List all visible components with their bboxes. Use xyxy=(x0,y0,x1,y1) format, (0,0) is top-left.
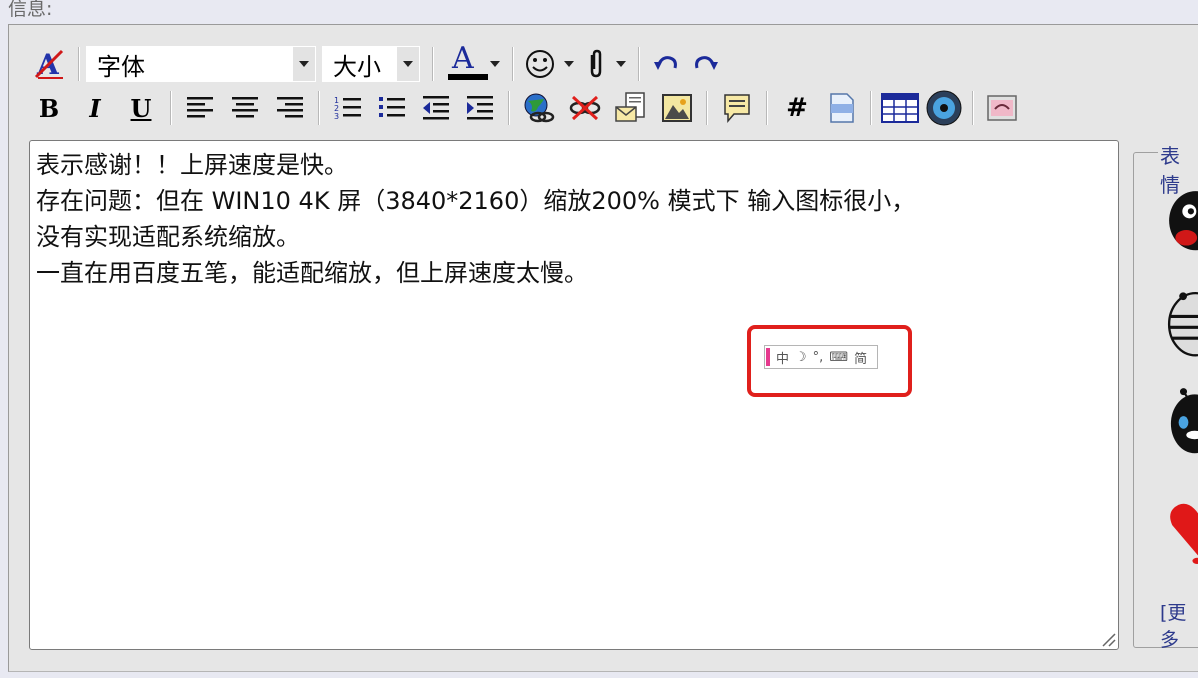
align-center-button[interactable] xyxy=(222,90,268,126)
insert-code-button[interactable]: # xyxy=(774,90,820,126)
chevron-down-icon xyxy=(616,61,626,67)
toolbar-row-2: B I U 123 # xyxy=(26,88,1024,128)
mail-document-icon xyxy=(615,92,645,122)
unordered-list-button[interactable] xyxy=(370,90,414,126)
separator xyxy=(318,91,320,125)
resize-handle-icon[interactable] xyxy=(1100,631,1116,647)
align-left-button[interactable] xyxy=(178,90,222,126)
undo-button[interactable] xyxy=(646,46,686,82)
flash-icon xyxy=(987,95,1017,121)
insert-link-button[interactable] xyxy=(516,90,562,126)
font-size-select[interactable]: 大小 xyxy=(322,46,420,82)
smiley-icon xyxy=(526,50,554,78)
italic-button[interactable]: I xyxy=(72,90,118,126)
insert-table-button[interactable] xyxy=(878,90,922,126)
image-icon xyxy=(662,94,692,122)
toolbar-row-1: A 字体 大小 A xyxy=(26,41,726,84)
outdent-button[interactable] xyxy=(414,90,458,126)
message-editor[interactable]: 表示感谢！！上屏速度是快。 存在问题：但在 WIN10 4K 屏（3840*21… xyxy=(29,140,1119,650)
remove-format-icon: A xyxy=(34,48,64,81)
table-icon xyxy=(881,93,919,123)
more-emoticons-link[interactable]: [更多 xyxy=(1160,598,1198,652)
font-color-letter: A xyxy=(452,41,474,76)
font-size-value: 大小 xyxy=(333,52,381,81)
outdent-icon xyxy=(423,96,449,120)
ordered-list-button[interactable]: 123 xyxy=(326,90,370,126)
insert-flash-button[interactable] xyxy=(980,90,1024,126)
font-family-select[interactable]: 字体 xyxy=(86,46,316,82)
separator xyxy=(432,47,434,81)
svg-text:3: 3 xyxy=(334,112,339,121)
font-color-button[interactable]: A xyxy=(440,41,506,82)
attachment-button[interactable] xyxy=(578,46,632,82)
insert-email-button[interactable] xyxy=(608,90,654,126)
chevron-down-icon xyxy=(490,61,500,67)
unlink-icon xyxy=(569,95,601,121)
insert-image-button[interactable] xyxy=(654,90,700,126)
editor-line: 表示感谢！！上屏速度是快。 xyxy=(36,151,348,179)
emoticon-heart-icon[interactable] xyxy=(1162,494,1198,564)
remove-format-button[interactable]: A xyxy=(26,46,72,82)
keyboard-icon[interactable]: ⌨ xyxy=(829,350,848,365)
ordered-list-icon: 123 xyxy=(334,96,361,121)
align-right-icon xyxy=(277,97,303,118)
align-right-button[interactable] xyxy=(268,90,312,126)
indent-button[interactable] xyxy=(458,90,502,126)
insert-media-button[interactable] xyxy=(922,90,966,126)
ime-language-toggle[interactable]: 中 xyxy=(776,348,789,367)
bullet-list-icon xyxy=(379,97,405,117)
insert-php-button[interactable] xyxy=(820,90,864,126)
separator xyxy=(706,91,708,125)
moon-icon[interactable]: ☽ xyxy=(795,350,807,365)
editor-content: 表示感谢！！上屏速度是快。 存在问题：但在 WIN10 4K 屏（3840*21… xyxy=(36,147,1112,291)
redo-button[interactable] xyxy=(686,46,726,82)
separator xyxy=(972,91,974,125)
ime-charset-toggle[interactable]: 简 xyxy=(854,348,867,367)
ime-status-toolbar[interactable]: 中 ☽ °, ⌨ 简 xyxy=(764,345,878,369)
chevron-down-icon xyxy=(397,47,419,81)
chevron-down-icon xyxy=(564,61,574,67)
media-disc-icon xyxy=(926,90,962,126)
separator xyxy=(638,47,640,81)
separator xyxy=(170,91,172,125)
underline-button[interactable]: U xyxy=(118,90,164,126)
quote-icon xyxy=(724,94,750,124)
editor-line: 存在问题：但在 WIN10 4K 屏（3840*2160）缩放200% 模式下 … xyxy=(36,187,916,215)
message-label: 信息: xyxy=(8,0,53,20)
ime-marker xyxy=(766,348,770,366)
emoticon-crying-icon[interactable] xyxy=(1162,386,1198,456)
undo-icon xyxy=(654,56,677,70)
separator xyxy=(870,91,872,125)
php-file-icon xyxy=(830,93,854,123)
emoticon-tongue-icon[interactable] xyxy=(1162,188,1198,258)
editor-line: 没有实现适配系统缩放。 xyxy=(36,223,300,251)
ime-punctuation-toggle[interactable]: °, xyxy=(813,350,824,365)
insert-quote-button[interactable] xyxy=(714,90,760,126)
unlink-button[interactable] xyxy=(562,90,608,126)
font-color-icon: A xyxy=(446,41,490,81)
indent-icon xyxy=(467,96,493,120)
emoticon-striped-icon[interactable] xyxy=(1162,290,1198,360)
emoticon-button[interactable] xyxy=(520,46,578,82)
separator xyxy=(766,91,768,125)
separator xyxy=(508,91,510,125)
separator xyxy=(78,47,80,81)
editor-line: 一直在用百度五笔，能适配缩放，但上屏速度太慢。 xyxy=(36,259,588,287)
paperclip-icon xyxy=(590,49,602,78)
globe-link-icon xyxy=(524,93,555,123)
separator xyxy=(512,47,514,81)
align-left-icon xyxy=(187,97,213,118)
chevron-down-icon xyxy=(293,47,315,81)
redo-icon xyxy=(695,56,718,70)
bold-button[interactable]: B xyxy=(26,90,72,126)
font-family-value: 字体 xyxy=(97,52,145,81)
align-center-icon xyxy=(232,97,258,118)
